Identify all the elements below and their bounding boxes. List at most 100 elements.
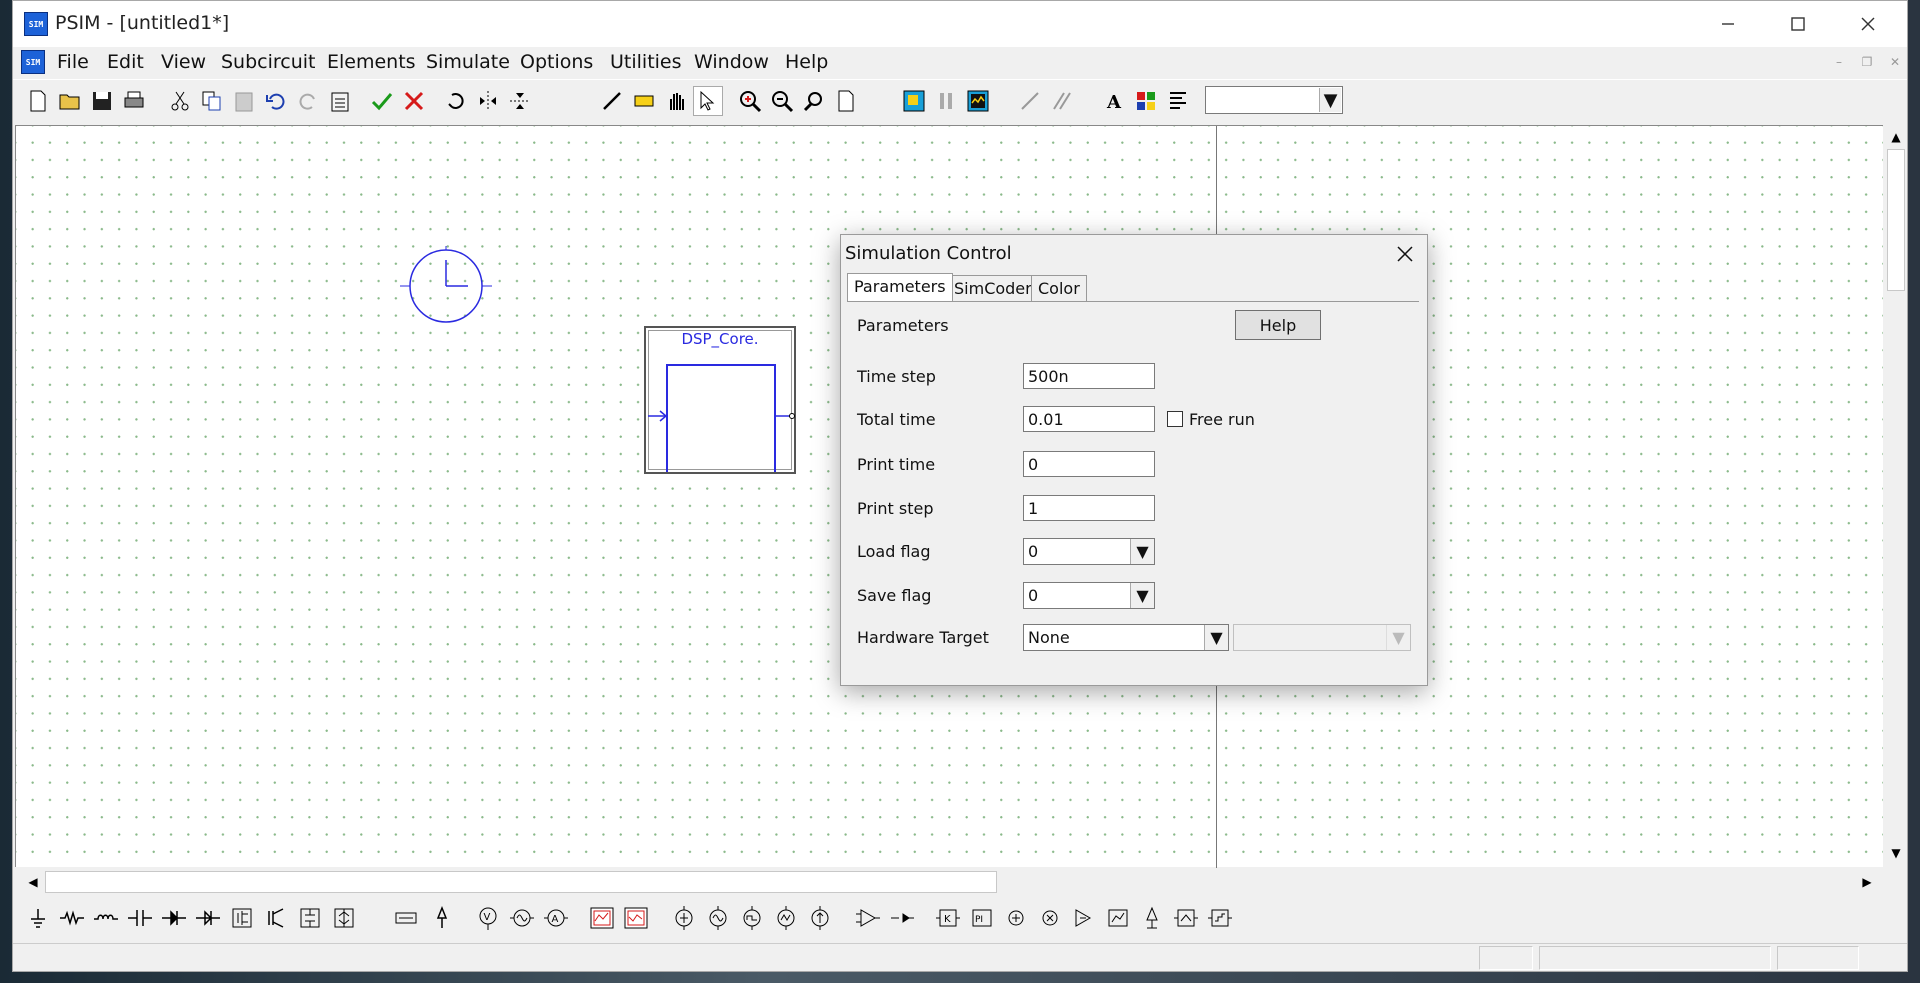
pan-tool-button[interactable] [661,86,691,116]
horizontal-scroll-thumb[interactable] [45,871,997,893]
minimize-button[interactable] [1693,1,1763,47]
flip-lr-button[interactable] [473,86,503,116]
print-step-input[interactable]: 1 [1023,495,1155,521]
menu-help[interactable]: Help [785,51,828,73]
zoh-block-button[interactable] [1205,902,1235,934]
select-tool-button[interactable] [693,86,723,116]
resistor-element-button[interactable] [57,902,87,934]
clipboard-button[interactable] [325,86,355,116]
undo-button[interactable] [261,86,291,116]
transfer-function-button[interactable] [1103,902,1133,934]
label-tool-button[interactable] [629,86,659,116]
zoom-in-button[interactable] [735,86,765,116]
menu-edit[interactable]: Edit [107,51,144,73]
document-system-icon[interactable]: SIM [21,50,45,74]
element-list-button[interactable] [1131,86,1161,116]
sampler-block-button[interactable] [1171,902,1201,934]
menu-window[interactable]: Window [694,51,769,73]
voltage-label-button[interactable] [1137,902,1167,934]
igbt-element-button[interactable] [261,902,291,934]
hardware-target-select[interactable]: None ▼ [1023,624,1229,651]
summer-block-button[interactable] [1001,902,1031,934]
tab-parameters[interactable]: Parameters [847,273,953,303]
clock-element[interactable] [396,246,496,326]
capacitor-element-button[interactable] [125,902,155,934]
voltmeter-button[interactable]: V [473,902,503,934]
menu-simulate[interactable]: Simulate [426,51,510,73]
multiplier-block-button[interactable] [1035,902,1065,934]
voltage-probe-button[interactable] [427,902,457,934]
scroll-down-icon[interactable]: ▼ [1886,843,1906,863]
save-button[interactable] [87,86,117,116]
ac-voltmeter-button[interactable] [507,902,537,934]
diode-element-button[interactable] [159,902,189,934]
scroll-left-icon[interactable]: ◀ [23,872,43,892]
print-button[interactable] [119,86,149,116]
dsp-core-block[interactable]: DSP_Core. [644,326,796,474]
scroll-up-icon[interactable]: ▲ [1886,127,1906,147]
tab-color[interactable]: Color [1031,275,1087,301]
menu-options[interactable]: Options [520,51,593,73]
ground-element-button[interactable] [23,902,53,934]
ammeter-button[interactable]: A [541,902,571,934]
menu-utilities[interactable]: Utilities [610,51,682,73]
menu-subcircuit[interactable]: Subcircuit [221,51,316,73]
free-run-checkbox[interactable] [1167,411,1183,427]
accept-button[interactable] [367,86,397,116]
psim-app-icon[interactable]: SIM [24,12,48,36]
run-simulation-button[interactable] [899,86,929,116]
scope-button[interactable] [587,902,617,934]
dialog-close-button[interactable] [1389,239,1421,269]
save-flag-select[interactable]: 0 ▼ [1023,582,1155,609]
mdi-close-icon[interactable]: ✕ [1883,55,1907,73]
total-time-input[interactable]: 0.01 [1023,406,1155,432]
page-button[interactable] [831,86,861,116]
mosfet-element-button[interactable] [227,902,257,934]
new-file-button[interactable] [23,86,53,116]
horizontal-scrollbar[interactable]: ◀ ▶ [15,869,1885,895]
cut-button[interactable] [165,86,195,116]
zoom-out-button[interactable] [767,86,797,116]
netlist-button[interactable] [1163,86,1193,116]
wire-tool-button[interactable] [597,86,627,116]
load-flag-select[interactable]: 0 ▼ [1023,538,1155,565]
mdi-restore-icon[interactable]: ❐ [1855,55,1879,73]
limiter-block-button[interactable] [1069,902,1099,934]
tab-simcoder[interactable]: SimCoder [947,275,1039,301]
square-source-button[interactable] [737,902,767,934]
current-source-button[interactable] [805,902,835,934]
open-file-button[interactable] [55,86,85,116]
simview-button[interactable] [963,86,993,116]
text-tool-button[interactable]: A [1099,86,1129,116]
inductor-element-button[interactable] [91,902,121,934]
switch-element-button[interactable] [295,902,325,934]
time-step-input[interactable]: 500n [1023,363,1155,389]
ac-voltage-source-button[interactable] [703,902,733,934]
scroll-right-icon[interactable]: ▶ [1857,872,1877,892]
maximize-button[interactable] [1763,1,1833,47]
rotate-button[interactable] [441,86,471,116]
menu-elements[interactable]: Elements [327,51,416,73]
help-button[interactable]: Help [1235,310,1321,340]
menu-file[interactable]: File [57,51,89,73]
pi-controller-button[interactable]: PI [967,902,997,934]
copy-button[interactable] [197,86,227,116]
vertical-scrollbar[interactable]: ▲ ▼ [1885,125,1907,867]
gain-block-button[interactable]: K [933,902,963,934]
vertical-scroll-thumb[interactable] [1887,149,1905,291]
print-time-input[interactable]: 0 [1023,451,1155,477]
zoom-fit-button[interactable] [799,86,829,116]
flip-tb-button[interactable] [505,86,535,116]
gating-block-button[interactable] [887,902,917,934]
scope-2-button[interactable] [621,902,651,934]
triangle-source-button[interactable] [771,902,801,934]
toolbar-combo[interactable]: ▼ [1205,86,1343,114]
transformer-element-button[interactable] [391,902,421,934]
cancel-button[interactable] [399,86,429,116]
bidirectional-switch-button[interactable] [329,902,359,934]
mdi-minimize-icon[interactable]: – [1827,55,1851,73]
menu-view[interactable]: View [161,51,206,73]
dc-voltage-source-button[interactable] [669,902,699,934]
comparator-button[interactable] [853,902,883,934]
close-window-button[interactable] [1833,1,1903,47]
